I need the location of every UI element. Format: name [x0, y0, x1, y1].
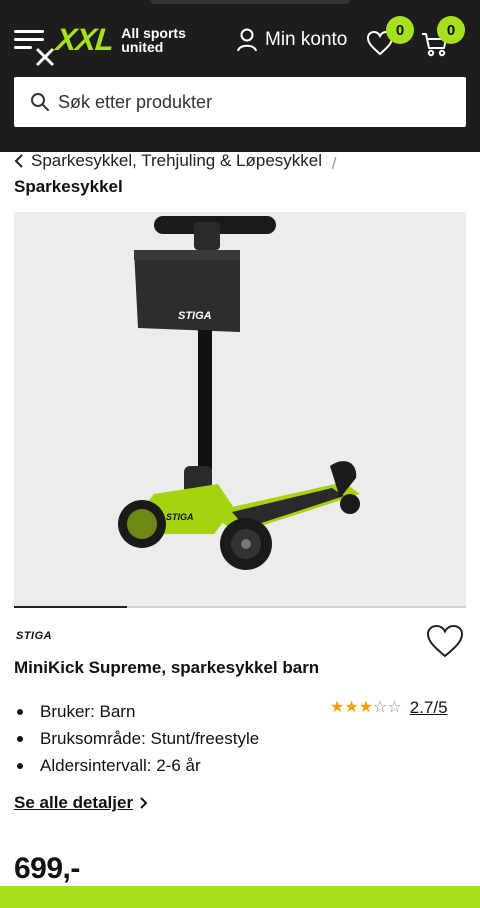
details-link-label: Se alle detaljer — [14, 793, 134, 812]
wishlist-button[interactable]: 0 — [366, 16, 414, 58]
brand-logo[interactable]: STIGA — [16, 630, 52, 642]
breadcrumb-current: Sparkesykkel — [14, 177, 123, 196]
see-all-details-link[interactable]: Se alle detaljer — [14, 793, 148, 813]
user-icon — [237, 28, 257, 52]
breadcrumb: Sparkesykkel, Trehjuling & Løpesykkel / — [14, 150, 474, 175]
logo-tagline: All sports united — [121, 26, 191, 54]
spec-text: Aldersintervall: 2-6 år — [40, 755, 201, 775]
breadcrumb-parent-label: Sparkesykkel, Trehjuling & Løpesykkel — [31, 151, 323, 170]
product-price: 699,- — [14, 852, 80, 885]
account-label: Min konto — [265, 29, 348, 50]
add-to-wishlist-button[interactable] — [426, 624, 464, 658]
image-brand-mark: STIGA — [178, 310, 212, 322]
rating-stars: ★ ★ ★ ☆ ☆ — [330, 700, 402, 716]
menu-icon-line — [14, 30, 44, 33]
gallery-progress-bar — [14, 606, 127, 608]
star-filled-icon: ★ — [358, 699, 374, 716]
star-empty-icon: ☆ — [387, 699, 402, 716]
tagline-line2: united — [121, 39, 164, 55]
rating-value: 2.7/5 — [409, 698, 448, 717]
logo-mark: XXL — [54, 22, 116, 57]
star-filled-icon: ★ — [344, 699, 359, 716]
heart-icon — [426, 624, 464, 658]
menu-icon-line — [14, 38, 44, 41]
image-brand-mark-deck: STIGA — [166, 512, 194, 522]
status-notch — [150, 0, 350, 4]
gallery-progress-track — [14, 606, 466, 608]
search-icon — [31, 93, 49, 111]
product-image[interactable]: STIGA STIGA — [14, 212, 466, 606]
chevron-right-icon — [140, 797, 148, 809]
add-to-cart-bar[interactable] — [0, 886, 480, 908]
scooter-illustration: STIGA STIGA — [118, 216, 360, 570]
bullet — [17, 735, 23, 742]
xxl-logo[interactable]: XXL All sports united — [54, 22, 191, 58]
site-header: XXL All sports united Min konto 0 0 — [0, 0, 480, 152]
bullet — [17, 762, 23, 769]
star-empty-icon: ☆ — [373, 699, 388, 716]
cart-count-badge: 0 — [437, 16, 465, 44]
account-link[interactable]: Min konto — [236, 28, 347, 52]
menu-close-button[interactable] — [12, 26, 54, 66]
spec-item: Aldersintervall: 2-6 år — [14, 752, 259, 779]
menu-icon-line — [14, 46, 32, 49]
product-rating[interactable]: ★ ★ ★ ☆ ☆ 2.7/5 — [330, 698, 448, 718]
cart-button[interactable]: 0 — [420, 16, 465, 58]
breadcrumb-separator: / — [331, 154, 337, 173]
breadcrumb-parent-link[interactable]: Sparkesykkel, Trehjuling & Løpesykkel — [14, 150, 322, 172]
spec-text: Bruksområde: Stunt/freestyle — [40, 728, 260, 748]
product-specs: Bruker: Barn Bruksområde: Stunt/freestyl… — [14, 698, 259, 779]
bullet — [17, 708, 23, 715]
chevron-left-icon — [14, 154, 23, 168]
wishlist-count-badge: 0 — [386, 16, 414, 44]
star-filled-icon: ★ — [330, 699, 345, 716]
spec-text: Bruker: Barn — [40, 701, 136, 721]
spec-item: Bruker: Barn — [14, 698, 259, 725]
product-title: MiniKick Supreme, sparkesykkel barn — [14, 658, 320, 677]
search-input[interactable] — [58, 91, 438, 113]
close-icon — [36, 48, 54, 66]
spec-item: Bruksområde: Stunt/freestyle — [14, 725, 259, 752]
search-bar[interactable] — [14, 77, 466, 127]
